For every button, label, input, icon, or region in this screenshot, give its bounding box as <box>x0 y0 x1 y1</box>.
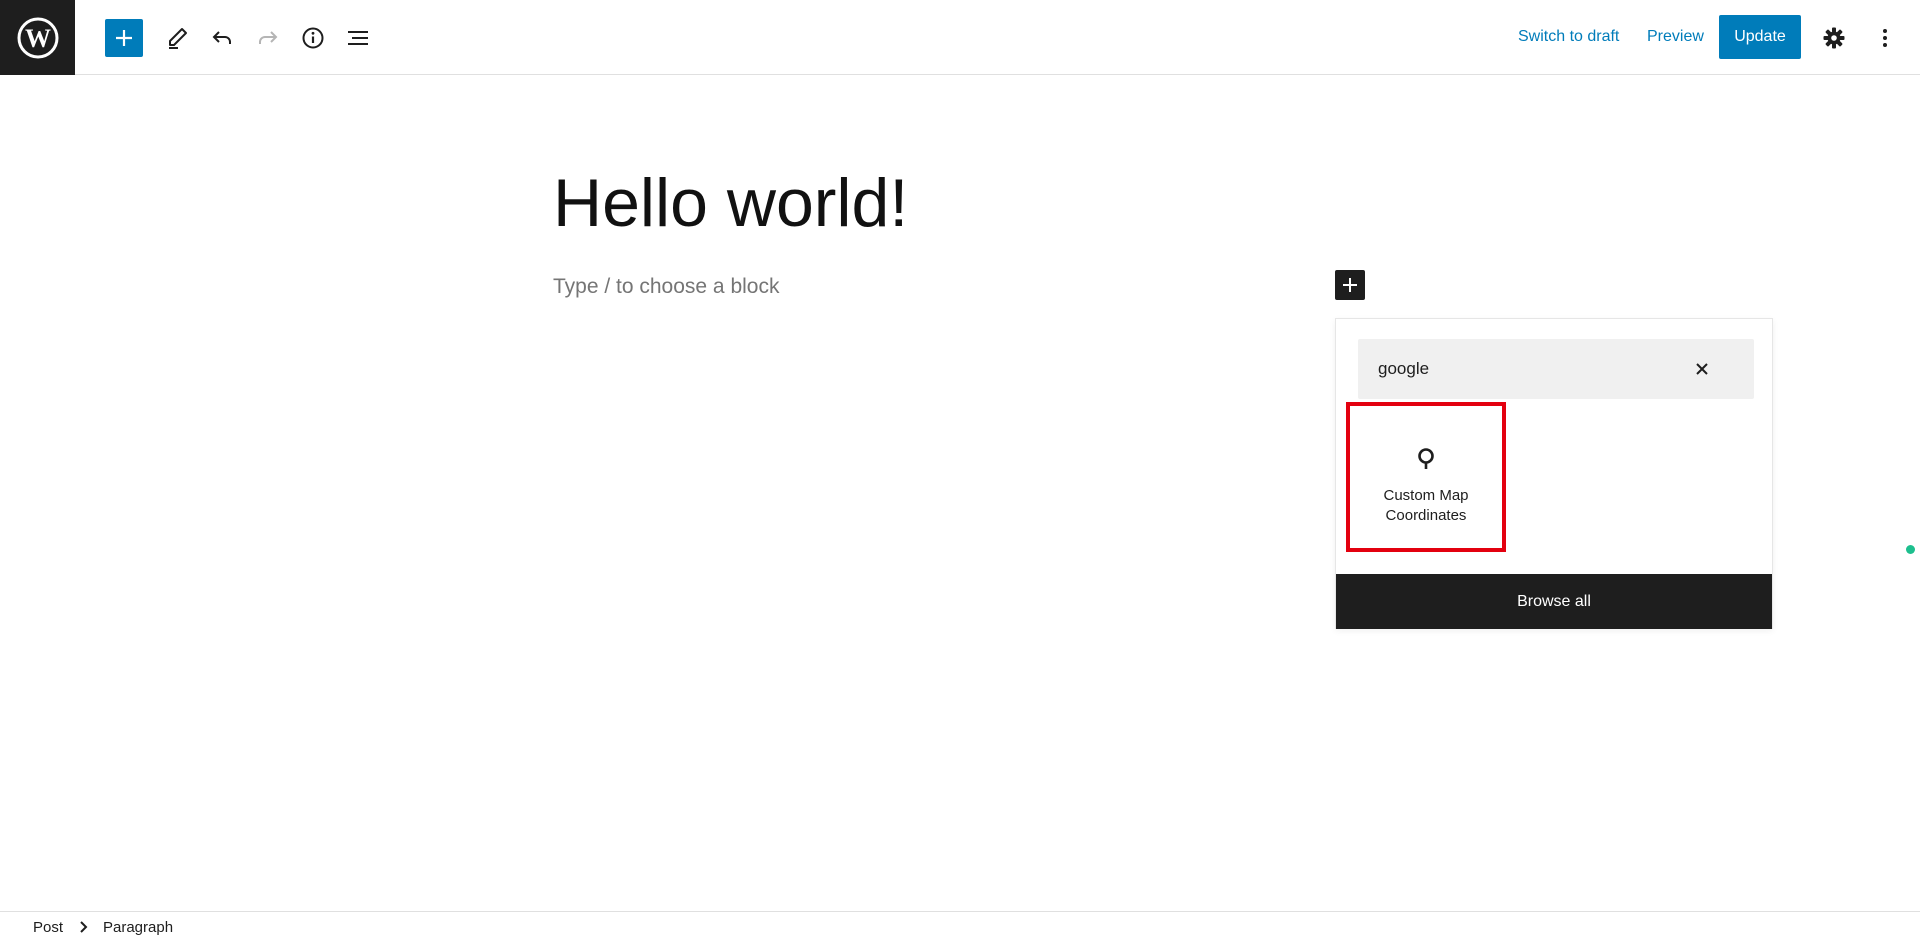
details-button[interactable] <box>294 19 332 57</box>
chevron-right-icon <box>80 921 88 933</box>
clear-search-button[interactable] <box>1690 357 1714 381</box>
settings-button[interactable] <box>1815 19 1853 57</box>
preview-button[interactable]: Preview <box>1647 28 1704 46</box>
block-result-label: Custom Map Coordinates <box>1383 487 1469 524</box>
tools-button[interactable] <box>158 19 196 57</box>
switch-to-draft-button[interactable]: Switch to draft <box>1518 28 1619 46</box>
plus-icon <box>116 30 132 46</box>
plus-icon <box>1343 278 1357 292</box>
info-icon <box>302 27 324 49</box>
quick-inserter-popover: Custom Map Coordinates Browse all <box>1335 318 1773 629</box>
wordpress-logo[interactable]: W <box>0 0 75 75</box>
post-title[interactable]: Hello world! <box>553 158 908 248</box>
update-button[interactable]: Update <box>1719 15 1801 59</box>
redo-button[interactable] <box>249 19 287 57</box>
wordpress-logo-icon: W <box>17 17 58 58</box>
breadcrumb-item-paragraph[interactable]: Paragraph <box>103 919 173 936</box>
status-indicator-dot <box>1906 545 1915 554</box>
undo-icon <box>212 31 231 44</box>
list-view-icon <box>348 31 368 45</box>
empty-block-placeholder[interactable]: Type / to choose a block <box>553 275 779 299</box>
map-pin-icon <box>1418 448 1434 469</box>
editor-top-toolbar: W Switch to draft Preview Update <box>0 0 1920 75</box>
pencil-icon <box>169 28 187 49</box>
close-icon <box>1696 363 1708 375</box>
gear-icon <box>1823 27 1845 49</box>
block-inserter-toggle[interactable] <box>105 19 143 57</box>
undo-button[interactable] <box>203 19 241 57</box>
breadcrumb-item-post[interactable]: Post <box>33 919 63 936</box>
options-button[interactable] <box>1866 19 1904 57</box>
inline-block-inserter-button[interactable] <box>1335 270 1365 300</box>
list-view-button[interactable] <box>339 19 377 57</box>
block-search-input[interactable] <box>1358 339 1678 399</box>
more-vertical-icon <box>1883 29 1887 47</box>
browse-all-button[interactable]: Browse all <box>1336 574 1772 629</box>
redo-icon <box>259 31 278 44</box>
block-result-custom-map-coordinates[interactable]: Custom Map Coordinates <box>1346 402 1506 552</box>
svg-text:W: W <box>25 24 51 53</box>
breadcrumb: Post Paragraph <box>0 911 1920 943</box>
block-search-box <box>1358 339 1754 399</box>
